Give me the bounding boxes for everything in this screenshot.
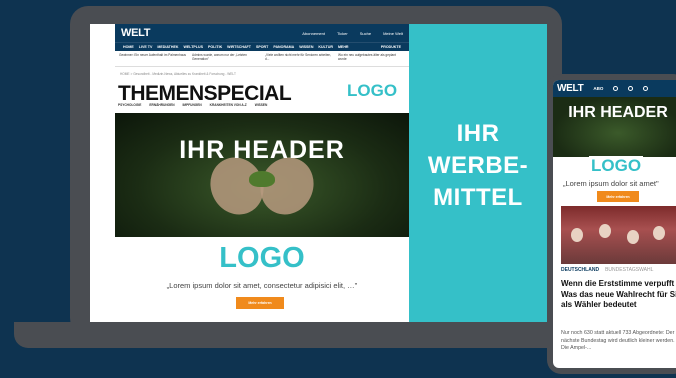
- main-nav: HOME LIVE TV MEDIATHEK WELTPLUS POLITIK …: [115, 42, 409, 51]
- brand-logo[interactable]: WELT: [121, 27, 150, 39]
- partner-logo-large: LOGO: [219, 242, 305, 274]
- phone-header-text: IHR HEADER: [568, 104, 668, 121]
- nav-item[interactable]: PANORAMA: [273, 45, 294, 49]
- phone-teaser-text: „Lorem ipsum dolor sit amet": [563, 179, 659, 188]
- article-category: DEUTSCHLAND BUNDESTAGSWAHL: [561, 267, 653, 273]
- ticker-item[interactable]: „Viele wollten nicht mehr für Senioren a…: [265, 53, 332, 66]
- header-placeholder-text: IHR HEADER: [179, 136, 345, 164]
- top-links: Abonnement Ticker Suche Meine Welt: [302, 31, 403, 36]
- article-headline[interactable]: Wenn die Erststimme verpufft – Was das n…: [561, 279, 676, 311]
- nav-item[interactable]: LIVE TV: [139, 45, 153, 49]
- top-link-ticker[interactable]: Ticker: [337, 31, 348, 36]
- phone-partner-logo: LOGO: [589, 156, 644, 176]
- title-marker: [102, 94, 116, 100]
- nav-item[interactable]: KULTUR: [318, 45, 333, 49]
- user-icon[interactable]: [643, 86, 649, 91]
- top-link-search[interactable]: Suche: [360, 31, 371, 36]
- category-label-secondary[interactable]: BUNDESTAGSWAHL: [605, 267, 653, 273]
- ad-text: IHR WERBE- MITTEL: [423, 118, 533, 214]
- article-summary: Nur noch 630 statt aktuell 733 Abgeordne…: [561, 330, 675, 351]
- breadcrumb[interactable]: HOME > Gesundheit - Medizin-News, Aktuel…: [120, 72, 236, 76]
- nav-item[interactable]: HOME: [123, 45, 134, 49]
- laptop-screen: WELT Abonnement Ticker Suche Meine Welt …: [90, 24, 547, 322]
- phone-cta-button[interactable]: Mehr erfahren: [597, 191, 639, 202]
- face-shape: [571, 228, 583, 242]
- face-shape: [627, 230, 639, 244]
- subnav-item[interactable]: KRANKHEITEN VON A-Z: [210, 103, 247, 107]
- top-link-account[interactable]: Meine Welt: [383, 31, 403, 36]
- nav-item[interactable]: MEHR: [338, 45, 349, 49]
- subnav-item[interactable]: ERNÄHRUNGEN: [149, 103, 174, 107]
- phone-brand-logo[interactable]: WELT: [557, 83, 584, 94]
- nav-item[interactable]: MEDIATHEK: [157, 45, 178, 49]
- ticker-icon[interactable]: [613, 86, 619, 91]
- ticker-item[interactable]: Admins wurde, warum nur der „Letzten Gen…: [192, 53, 259, 66]
- face-shape: [599, 224, 611, 238]
- partner-logo-small: LOGO: [347, 81, 398, 100]
- sub-nav: PSYCHOLOGIE ERNÄHRUNGEN IMPFUNGEN KRANKH…: [118, 103, 267, 107]
- search-icon[interactable]: [628, 86, 634, 91]
- phone-header: WELT ABO: [553, 80, 676, 97]
- hero-header-image: IHR HEADER: [115, 113, 409, 237]
- subnav-item[interactable]: PSYCHOLOGIE: [118, 103, 141, 107]
- site-header: WELT Abonnement Ticker Suche Meine Welt: [115, 24, 409, 42]
- nav-item[interactable]: POLITIK: [208, 45, 222, 49]
- top-link-abonnement[interactable]: Abonnement: [302, 31, 325, 36]
- teaser-text: „Lorem ipsum dolor sit amet, consectetur…: [166, 281, 358, 290]
- laptop-base: [14, 322, 604, 348]
- article-photo[interactable]: [561, 206, 676, 264]
- phone-hero-image: IHR HEADER: [553, 97, 676, 157]
- ad-banner[interactable]: IHR WERBE- MITTEL: [409, 24, 547, 322]
- plant-shape: [249, 171, 275, 187]
- nav-item[interactable]: WELTPLUS: [183, 45, 203, 49]
- news-ticker: Gewinner: Ein neuer Aufenthalt im Palmen…: [115, 53, 409, 67]
- subnav-item[interactable]: IMPFUNGEN: [183, 103, 202, 107]
- category-label[interactable]: DEUTSCHLAND: [561, 267, 599, 273]
- face-shape: [653, 226, 665, 240]
- nav-item[interactable]: SPORT: [256, 45, 268, 49]
- ticker-item[interactable]: Wo ein neu aufgebautes älter als geplant…: [338, 53, 405, 66]
- nav-item[interactable]: PRODUKTE: [381, 45, 401, 49]
- phone-abo-link[interactable]: ABO: [593, 86, 603, 91]
- subnav-item[interactable]: WISSEN: [255, 103, 268, 107]
- nav-item[interactable]: WISSEN: [299, 45, 313, 49]
- phone-screen: WELT ABO IHR HEADER LOGO „Lorem ipsum do…: [553, 80, 676, 368]
- ad-label: IHR WERBE- MITTEL: [427, 120, 529, 211]
- ticker-item[interactable]: Gewinner: Ein neuer Aufenthalt im Palmen…: [119, 53, 186, 66]
- cta-button[interactable]: Mehr erfahren: [236, 297, 284, 309]
- mockup-stage: WELT Abonnement Ticker Suche Meine Welt …: [0, 0, 676, 378]
- nav-item[interactable]: WIRTSCHAFT: [227, 45, 251, 49]
